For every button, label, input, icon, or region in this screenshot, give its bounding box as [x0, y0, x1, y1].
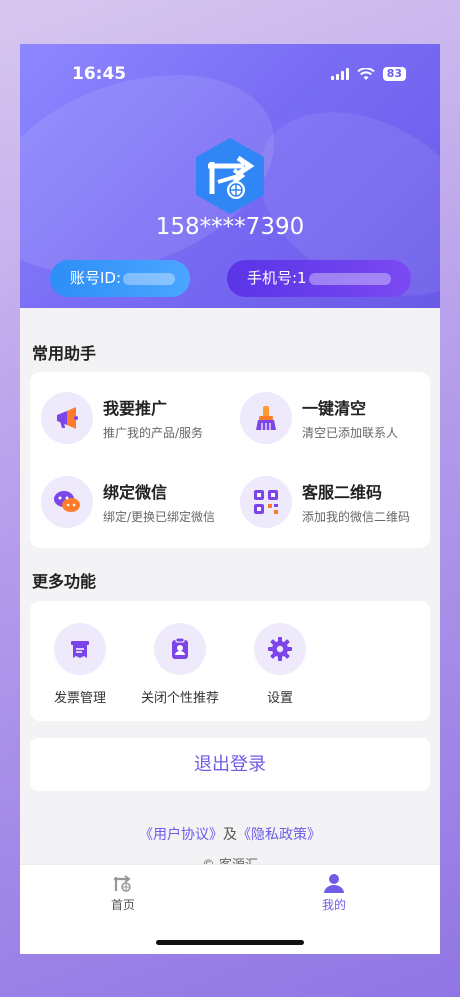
tab-home[interactable]: 首页	[63, 873, 183, 913]
wifi-icon	[356, 67, 375, 80]
profile-header: 16:45 83 158****7390 账号ID: 手机号:1	[20, 44, 440, 308]
tab-label: 首页	[110, 898, 135, 912]
helper-subtitle: 绑定/更换已绑定微信	[103, 510, 216, 524]
redacted-mobile	[308, 272, 391, 285]
user-icon	[324, 874, 344, 893]
helper-title: 客服二维码	[302, 483, 383, 502]
function-label: 关闭个性推荐	[140, 691, 219, 706]
app-screen: 16:45 83 158****7390 账号ID: 手机号:1 常用助手 我要…	[20, 44, 440, 954]
agreement-links: 《用户协议》及《隐私政策》	[20, 824, 440, 844]
helper-subtitle: 添加我的微信二维码	[302, 510, 411, 524]
clipboard-user-icon	[154, 623, 206, 675]
signal-icon	[330, 68, 349, 80]
invoice-icon	[54, 623, 106, 675]
account-id-pill: 账号ID:	[50, 260, 190, 297]
invoice-management-item[interactable]: 发票管理	[30, 623, 130, 706]
function-label: 设置	[266, 691, 293, 706]
qrcode-icon	[240, 476, 292, 528]
helper-subtitle: 推广我的产品/服务	[103, 426, 204, 440]
more-functions-title: 更多功能	[32, 572, 97, 591]
disable-personalized-recommendation-item[interactable]: 关闭个性推荐	[130, 623, 230, 706]
status-bar: 16:45 83	[20, 62, 440, 88]
function-label: 发票管理	[53, 691, 106, 706]
status-time: 16:45	[72, 64, 127, 84]
service-qrcode-item[interactable]: 客服二维码 添加我的微信二维码	[240, 476, 410, 528]
masked-phone-number: 158****7390	[155, 214, 305, 240]
settings-item[interactable]: 设置	[230, 623, 330, 706]
privacy-policy-link[interactable]: 《隐私政策》	[237, 827, 321, 843]
helper-title: 一键清空	[302, 399, 367, 418]
helper-subtitle: 清空已添加联系人	[302, 426, 399, 440]
common-helpers-card: 我要推广 推广我的产品/服务 一键清空 清空已添加联系人 绑定微信 绑定/更换已…	[30, 372, 430, 548]
helper-title: 绑定微信	[103, 483, 168, 502]
helper-title: 我要推广	[103, 399, 168, 418]
status-icons: 83	[330, 67, 406, 81]
redacted-account-id	[123, 272, 176, 285]
home-indicator	[156, 940, 304, 945]
more-functions-card: 发票管理 关闭个性推荐 设置	[30, 601, 430, 721]
app-logo-icon	[196, 138, 264, 214]
account-id-label: 账号ID:	[70, 269, 122, 287]
mobile-label: 手机号:1	[247, 269, 307, 287]
user-agreement-link[interactable]: 《用户协议》	[139, 827, 223, 843]
tab-mine[interactable]: 我的	[274, 873, 394, 913]
wechat-icon	[41, 476, 93, 528]
common-helpers-title: 常用助手	[32, 344, 97, 363]
battery-icon: 83	[382, 67, 406, 81]
mobile-pill: 手机号:1	[227, 260, 411, 297]
megaphone-icon	[41, 392, 93, 444]
bind-wechat-item[interactable]: 绑定微信 绑定/更换已绑定微信	[41, 476, 215, 528]
tab-label: 我的	[321, 898, 346, 912]
gear-icon	[254, 623, 306, 675]
home-logo-icon	[114, 875, 131, 892]
agreement-and: 及	[223, 827, 237, 843]
clear-contacts-item[interactable]: 一键清空 清空已添加联系人	[240, 392, 398, 444]
logout-button[interactable]: 退出登录	[30, 738, 430, 791]
broom-icon	[240, 392, 292, 444]
promote-item[interactable]: 我要推广 推广我的产品/服务	[41, 392, 203, 444]
